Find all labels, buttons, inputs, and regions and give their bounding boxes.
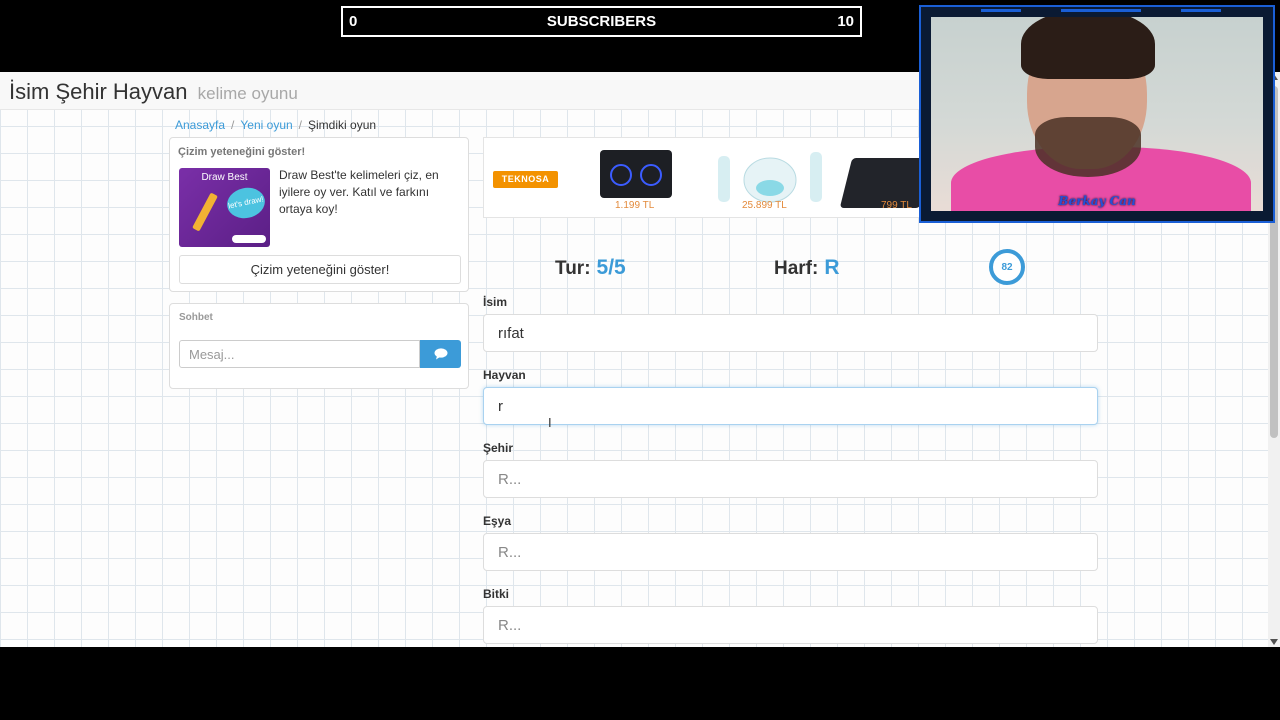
letter-indicator: Harf: R: [774, 256, 840, 280]
field-label-esya: Eşya: [483, 514, 512, 528]
webcam-overlay: Berkay Can: [919, 5, 1275, 223]
multiplayer-logo: [232, 235, 266, 243]
letter-label: Harf:: [774, 258, 819, 279]
brand-title: İsim Şehir Hayvan: [9, 79, 188, 104]
stream-screen: 0 SUBSCRIBERS 10 İsim Şehir Hayvan kelim…: [0, 0, 1280, 720]
chat-bubble-icon: [434, 348, 447, 360]
field-label-sehir: Şehir: [483, 441, 514, 455]
streamer-hair: [1021, 17, 1155, 79]
streamer-beard: [1035, 117, 1141, 177]
fan-icon: [610, 164, 632, 186]
breadcrumb-separator: /: [231, 118, 235, 132]
show-drawing-skill-button[interactable]: Çizim yeteneğini göster!: [179, 255, 461, 284]
thumb-title: Draw Best: [201, 172, 248, 183]
subscriber-current: 0: [349, 13, 358, 30]
webcam-feed: Berkay Can: [931, 17, 1263, 211]
round-label: Tur:: [555, 258, 591, 279]
hayvan-input[interactable]: [483, 387, 1098, 425]
site-brand[interactable]: İsim Şehir Hayvan kelime oyunu: [9, 79, 298, 105]
frame-decoration: [981, 9, 1021, 12]
subscriber-goal: 10: [837, 13, 854, 30]
text-cursor-icon: I: [548, 415, 552, 430]
isim-input[interactable]: [483, 314, 1098, 352]
brand-subtitle: kelime oyunu: [197, 84, 298, 103]
scroll-down-arrow-icon[interactable]: [1270, 639, 1278, 645]
chat-panel-title: Sohbet: [179, 312, 213, 323]
speaker-icon: [718, 152, 822, 203]
chat-message-input[interactable]: [179, 340, 420, 368]
teknosa-logo: TEKNOSA: [493, 171, 558, 188]
breadcrumb-new-game-link[interactable]: Yeni oyun: [240, 118, 292, 132]
field-label-bitki: Bitki: [483, 587, 510, 601]
frame-decoration: [1181, 9, 1221, 12]
webcam-name-tag: Berkay Can: [1058, 194, 1136, 208]
esya-input[interactable]: [483, 533, 1098, 571]
draw-best-thumbnail[interactable]: Draw Best let's draw!: [179, 168, 270, 247]
sehir-input[interactable]: [483, 460, 1098, 498]
countdown-timer: 82: [989, 249, 1025, 285]
letter-value: R: [824, 256, 840, 279]
field-label-hayvan: Hayvan: [483, 368, 526, 382]
ad-product-cooling-pad[interactable]: [600, 150, 672, 198]
ad-price: 799 TL: [881, 200, 912, 211]
thumb-bubble: let's draw!: [224, 184, 268, 222]
frame-decoration: [1061, 9, 1141, 12]
ad-product-speakers[interactable]: [716, 150, 824, 206]
teknosa-ad-banner[interactable]: TEKNOSA 1.199 TL 25.899 TL 799 TL: [483, 137, 920, 218]
subscriber-goal-bar: 0 SUBSCRIBERS 10: [341, 6, 862, 37]
breadcrumb: Anasayfa / Yeni oyun / Şimdiki oyun: [175, 118, 376, 132]
round-value: 5/5: [596, 256, 626, 279]
pencil-icon: [192, 192, 218, 232]
breadcrumb-current: Şimdiki oyun: [308, 118, 377, 132]
draw-best-panel: Çizim yeteneğini göster! Draw Best let's…: [169, 137, 469, 292]
draw-panel-title: Çizim yeteneğini göster!: [178, 146, 306, 158]
field-label-isim: İsim: [483, 295, 508, 309]
chat-panel: Sohbet: [169, 303, 469, 389]
draw-panel-description: Draw Best'te kelimeleri çiz, en iyilere …: [279, 168, 439, 216]
round-indicator: Tur: 5/5: [555, 256, 626, 280]
subscriber-label: SUBSCRIBERS: [546, 13, 657, 30]
ad-price: 1.199 TL: [615, 200, 655, 211]
chat-send-button[interactable]: [420, 340, 461, 368]
breadcrumb-home-link[interactable]: Anasayfa: [175, 118, 225, 132]
ad-price: 25.899 TL: [742, 200, 787, 211]
bitki-input[interactable]: [483, 606, 1098, 644]
breadcrumb-separator: /: [298, 118, 303, 132]
fan-icon: [640, 164, 662, 186]
